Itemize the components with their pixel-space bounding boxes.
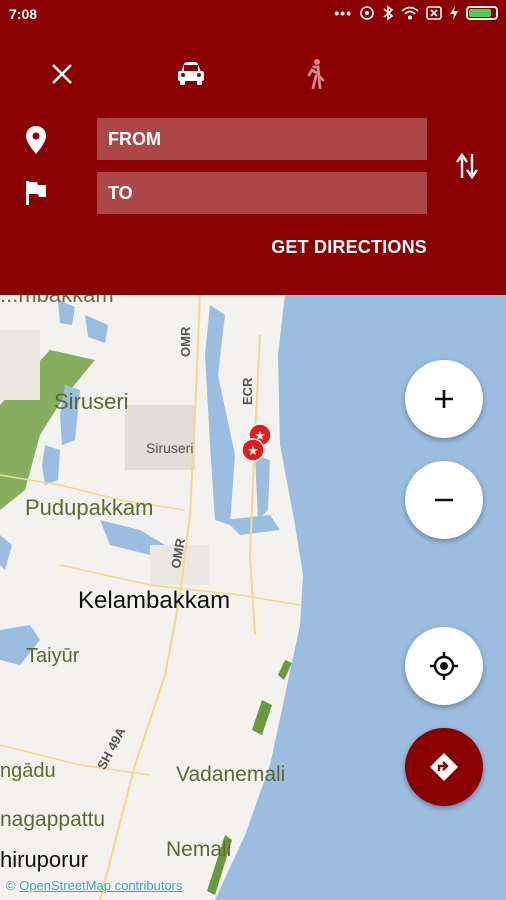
- hotspot-icon: [360, 6, 374, 20]
- walk-icon: [307, 59, 325, 89]
- map-label: Vadanemali: [176, 763, 286, 786]
- map-view[interactable]: ★ ★ ...mbakkam OMR Siruseri Siruseri ECR…: [0, 295, 506, 900]
- map-label: nagappattu: [0, 808, 106, 831]
- bluetooth-icon: [383, 5, 394, 21]
- swap-icon: [456, 152, 478, 180]
- map-label: Taiyūr: [26, 645, 80, 667]
- flag-icon: [22, 178, 50, 208]
- wifi-icon: [401, 6, 419, 20]
- battery-icon: [466, 6, 498, 20]
- road-label: ECR: [240, 377, 255, 405]
- mode-walk-button[interactable]: [295, 58, 335, 90]
- map-label: hiruporur: [0, 847, 89, 872]
- map-label: Pudupakkam: [25, 495, 154, 520]
- mode-car-button[interactable]: [171, 58, 211, 90]
- sim-x-icon: [426, 6, 442, 20]
- close-button[interactable]: [42, 58, 82, 90]
- osm-link[interactable]: OpenStreetMap contributors: [19, 878, 182, 893]
- from-input[interactable]: [97, 118, 427, 160]
- svg-text:★: ★: [247, 444, 259, 459]
- svg-text:★: ★: [254, 429, 266, 444]
- more-dots-icon: •••: [334, 5, 352, 21]
- directions-header: GET DIRECTIONS: [0, 30, 506, 295]
- zoom-out-button[interactable]: [405, 461, 483, 539]
- map-label: ...mbakkam: [0, 295, 114, 308]
- close-icon: [52, 64, 72, 84]
- map-label: ngādu: [0, 760, 56, 782]
- charging-icon: [450, 6, 458, 20]
- clock: 7:08: [9, 6, 38, 22]
- map-label: Nemali: [166, 838, 232, 861]
- map-label: Kelambakkam: [78, 587, 231, 614]
- pin-icon: [22, 125, 50, 155]
- plus-icon: [435, 390, 453, 408]
- road-label: OMR: [178, 326, 193, 357]
- my-location-button[interactable]: [405, 627, 483, 705]
- status-bar: 7:08 •••: [0, 0, 506, 30]
- car-icon: [178, 62, 204, 85]
- map-label: Siruseri: [146, 440, 194, 456]
- map-label: Siruseri: [54, 389, 129, 414]
- directions-icon: [430, 753, 458, 781]
- to-input[interactable]: [97, 172, 427, 214]
- map-attribution: © OpenStreetMap contributors: [6, 878, 183, 893]
- zoom-in-button[interactable]: [405, 360, 483, 438]
- swap-button[interactable]: [452, 150, 482, 182]
- minus-icon: [435, 498, 453, 502]
- get-directions-button[interactable]: GET DIRECTIONS: [271, 237, 427, 258]
- directions-fab[interactable]: [405, 728, 483, 806]
- crosshair-icon: [430, 652, 458, 680]
